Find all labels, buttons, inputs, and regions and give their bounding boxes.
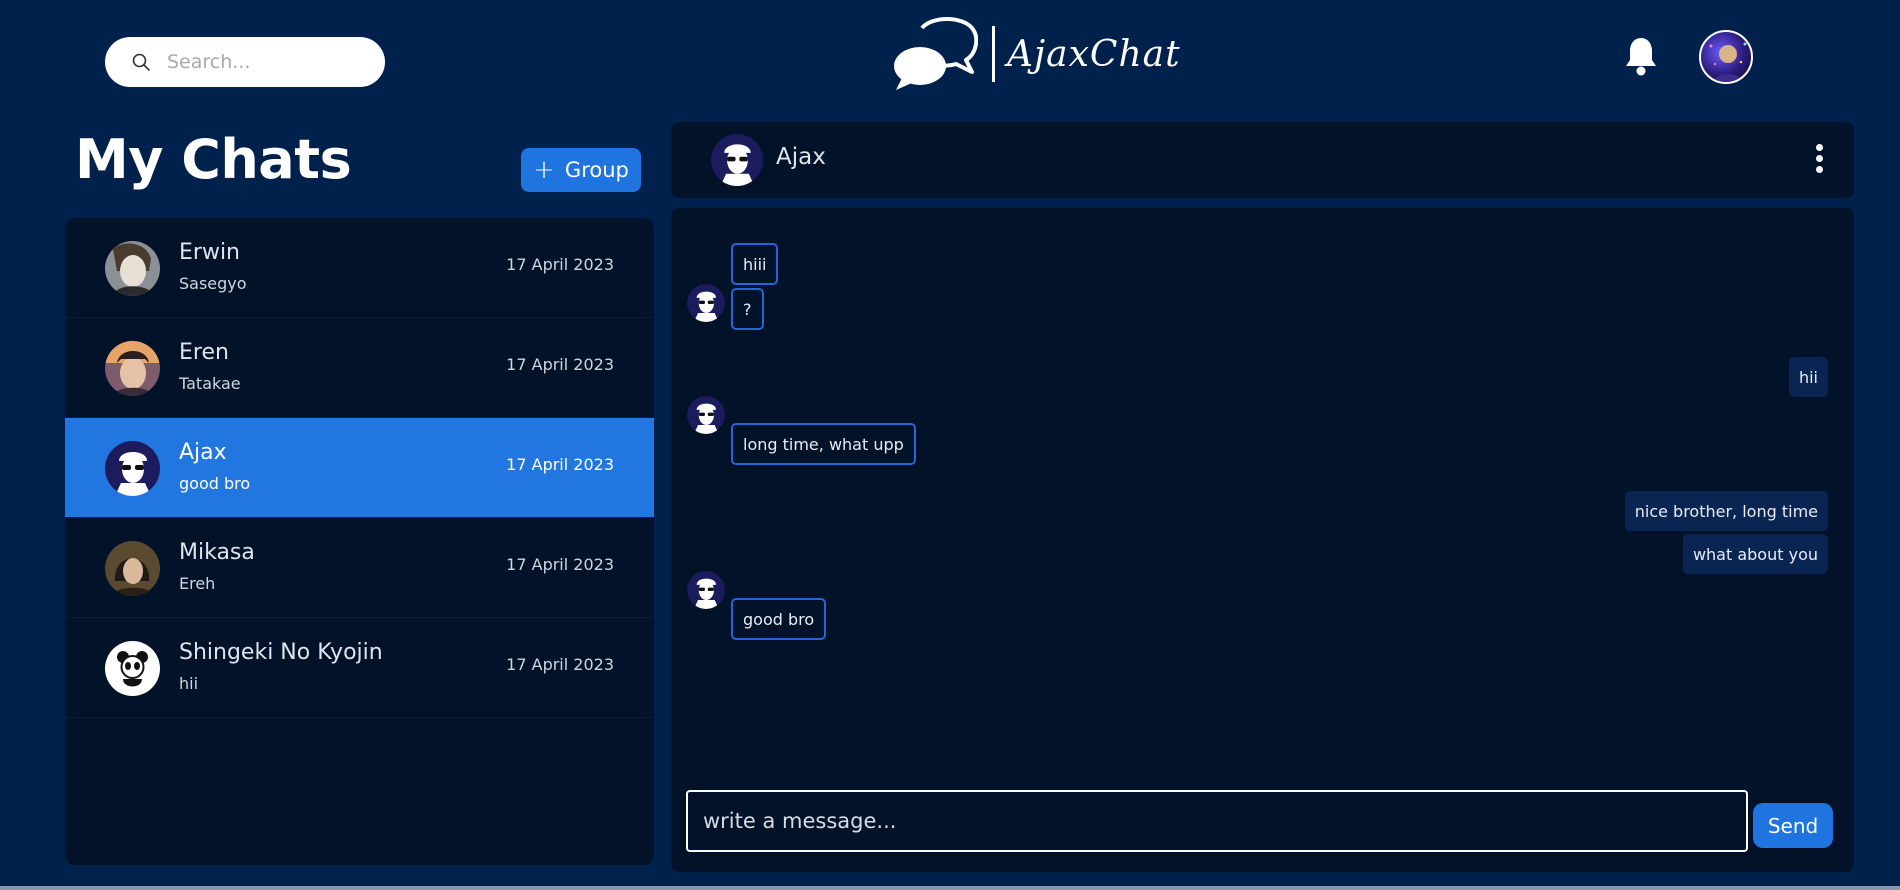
message-input[interactable] <box>686 790 1748 852</box>
contact-avatar[interactable] <box>711 134 763 186</box>
logo-divider <box>992 26 995 82</box>
chat-name: Eren <box>179 340 229 365</box>
chat-name: Ajax <box>179 440 227 465</box>
search-bar[interactable] <box>105 37 385 87</box>
message-outgoing: nice brother, long time <box>1624 491 1828 531</box>
sender-avatar <box>687 396 725 434</box>
contact-name: Ajax <box>776 144 826 170</box>
new-group-label: Group <box>564 158 629 182</box>
user-avatar-image <box>1709 42 1747 82</box>
sender-avatar <box>687 284 725 322</box>
chat-name: Shingeki No Kyojin <box>179 640 383 665</box>
chat-bubbles-icon <box>894 17 978 90</box>
my-chats-title: My Chats <box>75 128 352 191</box>
sender-avatar <box>687 571 725 609</box>
more-options-icon[interactable] <box>1814 144 1824 178</box>
chat-date: 17 April 2023 <box>506 555 614 574</box>
user-avatar[interactable] <box>1699 30 1753 84</box>
message-incoming: hiii <box>731 243 779 285</box>
chat-item-eren[interactable]: Eren Tatakae 17 April 2023 <box>65 318 654 418</box>
chat-name: Erwin <box>179 240 240 265</box>
message-outgoing: hii <box>1788 357 1828 397</box>
conversation-header: Ajax <box>671 122 1854 198</box>
window-bottom-edge <box>0 886 1900 890</box>
message-area: hiii ? hii long time, what upp nice brot… <box>671 208 1854 872</box>
chat-date: 17 April 2023 <box>506 255 614 274</box>
message-incoming: long time, what upp <box>731 423 916 465</box>
chat-last-message: Ereh <box>179 574 216 593</box>
chat-last-message: good bro <box>179 474 251 493</box>
chat-item-mikasa[interactable]: Mikasa Ereh 17 April 2023 <box>65 518 654 618</box>
chat-list: Erwin Sasegyo 17 April 2023 Eren Tatakae… <box>65 218 654 865</box>
chat-date: 17 April 2023 <box>506 455 614 474</box>
chat-item-ajax[interactable]: Ajax good bro 17 April 2023 <box>65 418 654 518</box>
chat-date: 17 April 2023 <box>506 655 614 674</box>
app-name: AjaxChat <box>1007 33 1181 75</box>
send-button[interactable]: Send <box>1753 803 1833 848</box>
chat-last-message: Tatakae <box>179 374 241 393</box>
chat-last-message: hii <box>179 674 199 693</box>
chat-item-erwin[interactable]: Erwin Sasegyo 17 April 2023 <box>65 218 654 318</box>
chat-date: 17 April 2023 <box>506 355 614 374</box>
search-icon <box>132 53 150 71</box>
new-group-button[interactable]: + Group <box>521 148 641 192</box>
chat-item-shingeki-no-kyojin[interactable]: Shingeki No Kyojin hii 17 April 2023 <box>65 618 654 718</box>
avatar <box>105 541 160 596</box>
message-incoming: good bro <box>731 598 827 640</box>
plus-icon: + <box>533 155 555 185</box>
chat-name: Mikasa <box>179 540 255 565</box>
avatar <box>105 441 160 496</box>
message-incoming: ? <box>731 288 764 330</box>
avatar <box>105 641 160 696</box>
avatar <box>105 341 160 396</box>
search-input[interactable] <box>167 51 367 73</box>
notification-bell-icon[interactable] <box>1624 36 1658 76</box>
avatar <box>105 241 160 296</box>
app-logo: AjaxChat <box>892 14 1181 94</box>
message-outgoing: what about you <box>1682 534 1828 574</box>
chat-last-message: Sasegyo <box>179 274 247 293</box>
